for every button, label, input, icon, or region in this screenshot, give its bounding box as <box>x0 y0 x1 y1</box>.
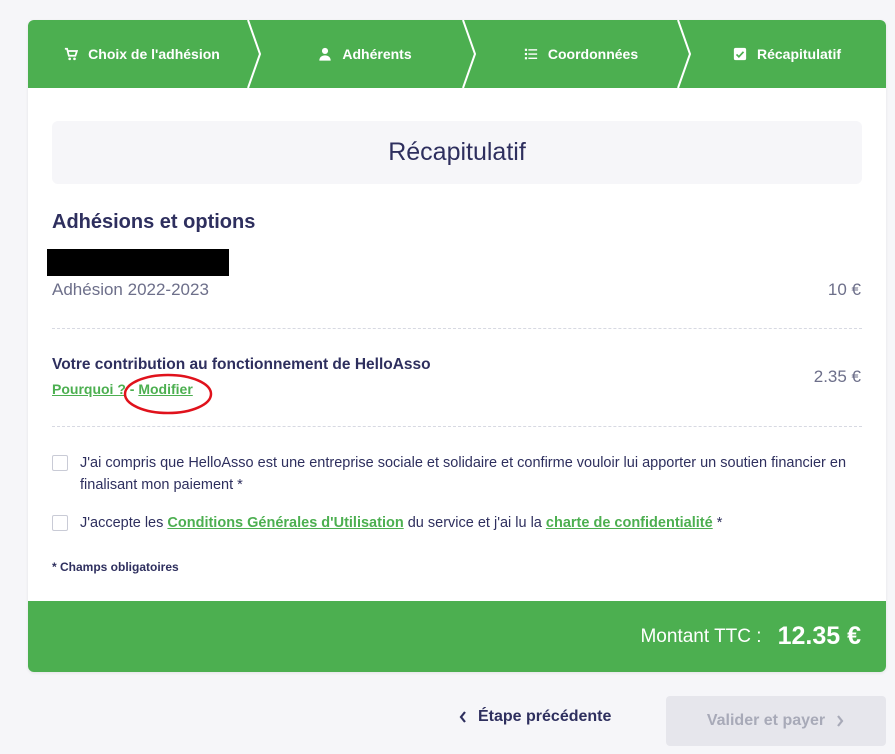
consent-middle: du service et j'ai lu la <box>403 515 546 531</box>
membership-price: 10 € <box>827 280 861 299</box>
step-choix-adhesion[interactable]: Choix de l'adhésion <box>28 20 256 88</box>
validate-pay-label: Valider et payer <box>706 712 826 729</box>
total-label: Montant TTC : <box>640 625 762 647</box>
page-title: Récapitulatif <box>52 121 862 184</box>
step-label: Coordonnées <box>547 46 639 62</box>
consent-checkbox-cgu[interactable] <box>52 515 68 531</box>
consent-row-cgu: J'accepte les Conditions Générales d'Uti… <box>52 512 870 534</box>
divider <box>52 328 862 329</box>
total-bar: Montant TTC : 12.35 € <box>28 601 886 672</box>
validate-pay-button[interactable]: Valider et payer <box>666 696 886 746</box>
consent-text-cgu: J'accepte les Conditions Générales d'Uti… <box>80 512 870 534</box>
contribution-label: Votre contribution au fonctionnement de … <box>52 356 431 373</box>
step-label: Récapitulatif <box>756 46 841 62</box>
step-label: Adhérents <box>342 46 412 62</box>
cgu-link[interactable]: Conditions Générales d'Utilisation <box>167 515 403 531</box>
total-value: 12.35 € <box>777 622 861 650</box>
consent-prefix: J'accepte les <box>80 515 168 531</box>
user-icon <box>319 47 332 61</box>
chevron-right-icon <box>837 715 844 727</box>
contribution-price: 2.35 € <box>813 367 861 386</box>
redacted-block <box>47 249 229 276</box>
privacy-link[interactable]: charte de confidentialité <box>546 515 713 531</box>
previous-step-button[interactable]: Étape précédente <box>458 708 611 726</box>
step-adherents[interactable]: Adhérents <box>256 20 474 88</box>
cart-icon <box>65 47 79 61</box>
step-recapitulatif[interactable]: Récapitulatif <box>688 20 886 88</box>
divider <box>52 426 862 427</box>
step-coordonnees[interactable]: Coordonnées <box>474 20 688 88</box>
consent-checkbox-solidarity[interactable] <box>52 455 68 471</box>
previous-step-label: Étape précédente <box>478 708 612 725</box>
list-icon <box>524 48 537 60</box>
step-progress-bar: Choix de l'adhésion Adhérents Coordonnée… <box>28 20 886 88</box>
step-label: Choix de l'adhésion <box>88 46 220 62</box>
consent-suffix: * <box>712 515 723 531</box>
checkout-card: Choix de l'adhésion Adhérents Coordonnée… <box>28 20 886 672</box>
consent-text-solidarity: J'ai compris que HelloAsso est une entre… <box>80 455 847 493</box>
consent-row-solidarity: J'ai compris que HelloAsso est une entre… <box>52 452 870 496</box>
membership-label: Adhésion 2022-2023 <box>52 280 209 299</box>
section-title: Adhésions et options <box>52 211 256 233</box>
required-fields-note: * Champs obligatoires <box>52 560 179 574</box>
checkbox-icon <box>733 47 747 61</box>
annotation-circle <box>123 373 213 415</box>
chevron-left-icon <box>459 711 466 723</box>
why-link[interactable]: Pourquoi ? <box>52 381 126 397</box>
